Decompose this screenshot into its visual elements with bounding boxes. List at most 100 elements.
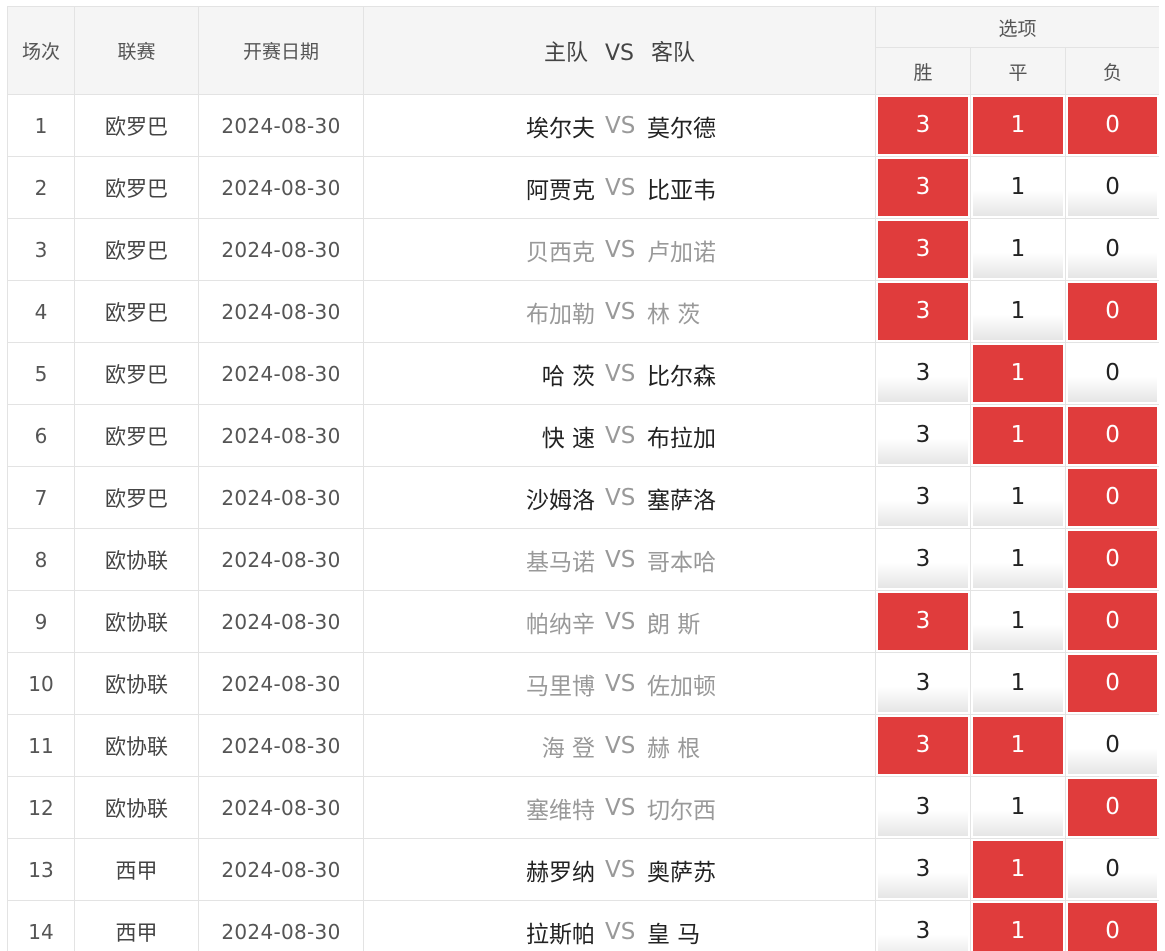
match-teams: 马里博 VS 佐加顿	[363, 652, 876, 715]
match-teams: 阿贾克 VS 比亚韦	[363, 156, 876, 219]
option-lose-cell: 0	[1064, 466, 1159, 529]
option-win-cell: 3	[875, 590, 971, 653]
option-lose-button[interactable]: 0	[1068, 717, 1158, 774]
option-win-cell: 3	[875, 218, 971, 281]
option-win-button[interactable]: 3	[878, 717, 968, 774]
match-teams: 基马诺 VS 哥本哈	[363, 528, 876, 591]
option-lose-button[interactable]: 0	[1068, 779, 1158, 836]
option-lose-button[interactable]: 0	[1068, 593, 1158, 650]
league-name: 欧罗巴	[74, 280, 199, 343]
option-draw-button[interactable]: 1	[973, 717, 1063, 774]
table-row: 12 欧协联 2024-08-30 塞维特 VS 切尔西 3 1 0	[7, 776, 1159, 839]
option-lose-button[interactable]: 0	[1068, 283, 1158, 340]
option-win-button[interactable]: 3	[878, 655, 968, 712]
option-win-button[interactable]: 3	[878, 841, 968, 898]
option-lose-button[interactable]: 0	[1068, 345, 1158, 402]
option-draw-button[interactable]: 1	[973, 593, 1063, 650]
league-name: 欧协联	[74, 776, 199, 839]
option-win-button[interactable]: 3	[878, 345, 968, 402]
vs-label: VS	[605, 918, 636, 945]
away-team: 莫尔德	[647, 115, 716, 142]
option-draw-cell: 1	[970, 652, 1066, 715]
match-table-container: 场次 联赛 开赛日期 主队 VS 客队 选项 胜 平 负 1 欧罗巴 2024-08…	[7, 6, 1159, 951]
away-team: 朗 斯	[647, 611, 701, 638]
vs-label: VS	[605, 360, 636, 387]
option-draw-button[interactable]: 1	[973, 345, 1063, 402]
option-draw-button[interactable]: 1	[973, 407, 1063, 464]
option-lose-cell: 0	[1064, 218, 1159, 281]
away-team: 切尔西	[647, 797, 716, 824]
round-number: 6	[7, 404, 75, 467]
league-name: 欧罗巴	[74, 218, 199, 281]
home-team: 阿贾克	[526, 177, 595, 204]
table-row: 8 欧协联 2024-08-30 基马诺 VS 哥本哈 3 1 0	[7, 528, 1159, 591]
option-win-button[interactable]: 3	[878, 593, 968, 650]
option-win-button[interactable]: 3	[878, 779, 968, 836]
option-win-button[interactable]: 3	[878, 283, 968, 340]
table-row: 13 西甲 2024-08-30 赫罗纳 VS 奥萨苏 3 1 0	[7, 838, 1159, 901]
away-team: 塞萨洛	[647, 487, 716, 514]
option-draw-cell: 1	[970, 466, 1066, 529]
option-lose-button[interactable]: 0	[1068, 159, 1158, 216]
option-draw-button[interactable]: 1	[973, 841, 1063, 898]
home-team: 快 速	[541, 425, 595, 452]
option-win-button[interactable]: 3	[878, 159, 968, 216]
option-lose-button[interactable]: 0	[1068, 531, 1158, 588]
league-name: 欧协联	[74, 528, 199, 591]
league-name: 西甲	[74, 838, 199, 901]
option-lose-button[interactable]: 0	[1068, 469, 1158, 526]
option-win-button[interactable]: 3	[878, 531, 968, 588]
option-draw-button[interactable]: 1	[973, 159, 1063, 216]
round-number: 7	[7, 466, 75, 529]
option-win-button[interactable]: 3	[878, 407, 968, 464]
option-lose-button[interactable]: 0	[1068, 97, 1158, 154]
option-draw-button[interactable]: 1	[973, 779, 1063, 836]
option-draw-button[interactable]: 1	[973, 655, 1063, 712]
option-draw-button[interactable]: 1	[973, 97, 1063, 154]
option-draw-cell: 1	[970, 94, 1066, 157]
round-number: 3	[7, 218, 75, 281]
league-name: 欧罗巴	[74, 404, 199, 467]
option-lose-button[interactable]: 0	[1068, 903, 1158, 951]
option-draw-button[interactable]: 1	[973, 221, 1063, 278]
option-win-button[interactable]: 3	[878, 221, 968, 278]
option-draw-button[interactable]: 1	[973, 531, 1063, 588]
match-date: 2024-08-30	[198, 776, 364, 839]
header-option-win: 胜	[875, 47, 971, 95]
vs-label: VS	[605, 732, 636, 759]
option-win-button[interactable]: 3	[878, 903, 968, 951]
option-lose-button[interactable]: 0	[1068, 407, 1158, 464]
option-win-button[interactable]: 3	[878, 97, 968, 154]
option-lose-button[interactable]: 0	[1068, 221, 1158, 278]
option-lose-cell: 0	[1064, 342, 1159, 405]
option-draw-cell: 1	[970, 714, 1066, 777]
round-number: 14	[7, 900, 75, 951]
match-teams: 赫罗纳 VS 奥萨苏	[363, 838, 876, 901]
option-draw-cell: 1	[970, 838, 1066, 901]
home-team: 赫罗纳	[526, 859, 595, 886]
home-team: 基马诺	[526, 549, 595, 576]
option-lose-cell: 0	[1064, 404, 1159, 467]
vs-label: VS	[605, 236, 636, 263]
option-lose-button[interactable]: 0	[1068, 655, 1158, 712]
league-name: 西甲	[74, 900, 199, 951]
home-team: 埃尔夫	[526, 115, 595, 142]
option-lose-button[interactable]: 0	[1068, 841, 1158, 898]
match-teams: 埃尔夫 VS 莫尔德	[363, 94, 876, 157]
away-team: 哥本哈	[647, 549, 716, 576]
away-team: 奥萨苏	[647, 859, 716, 886]
option-win-cell: 3	[875, 94, 971, 157]
match-date: 2024-08-30	[198, 900, 364, 951]
option-draw-button[interactable]: 1	[973, 903, 1063, 951]
vs-label: VS	[605, 112, 636, 139]
match-teams: 塞维特 VS 切尔西	[363, 776, 876, 839]
option-win-button[interactable]: 3	[878, 469, 968, 526]
match-date: 2024-08-30	[198, 280, 364, 343]
header-round: 场次	[7, 6, 75, 95]
option-draw-button[interactable]: 1	[973, 283, 1063, 340]
option-win-cell: 3	[875, 280, 971, 343]
vs-label: VS	[605, 298, 636, 325]
vs-label: VS	[605, 608, 636, 635]
option-draw-button[interactable]: 1	[973, 469, 1063, 526]
round-number: 12	[7, 776, 75, 839]
